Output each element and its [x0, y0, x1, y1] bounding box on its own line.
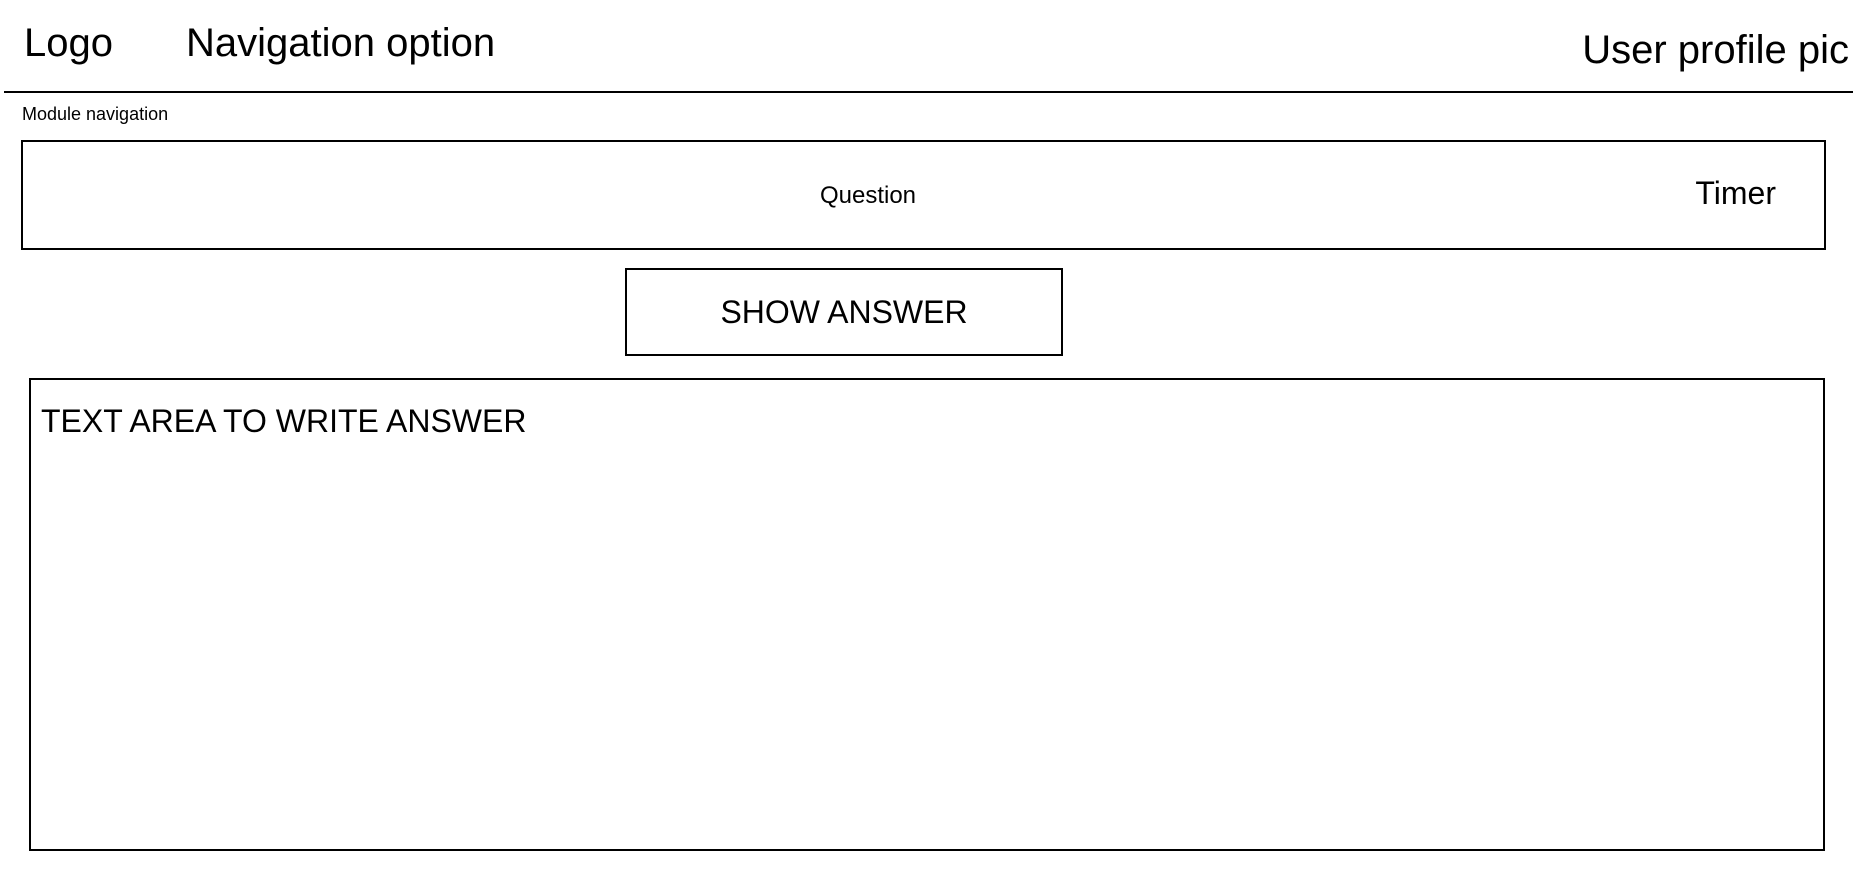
show-answer-button[interactable]: SHOW ANSWER: [625, 268, 1063, 356]
module-navigation[interactable]: Module navigation: [22, 104, 168, 126]
timer: Timer: [1695, 175, 1776, 211]
navigation-option[interactable]: Navigation option: [186, 20, 495, 66]
header-divider: [4, 91, 1853, 93]
answer-text-area[interactable]: [29, 378, 1825, 851]
user-profile-pic[interactable]: User profile pic: [1582, 27, 1849, 73]
question-panel: Question Timer: [21, 140, 1826, 250]
logo[interactable]: Logo: [24, 20, 113, 66]
question-text: Question: [819, 182, 917, 209]
